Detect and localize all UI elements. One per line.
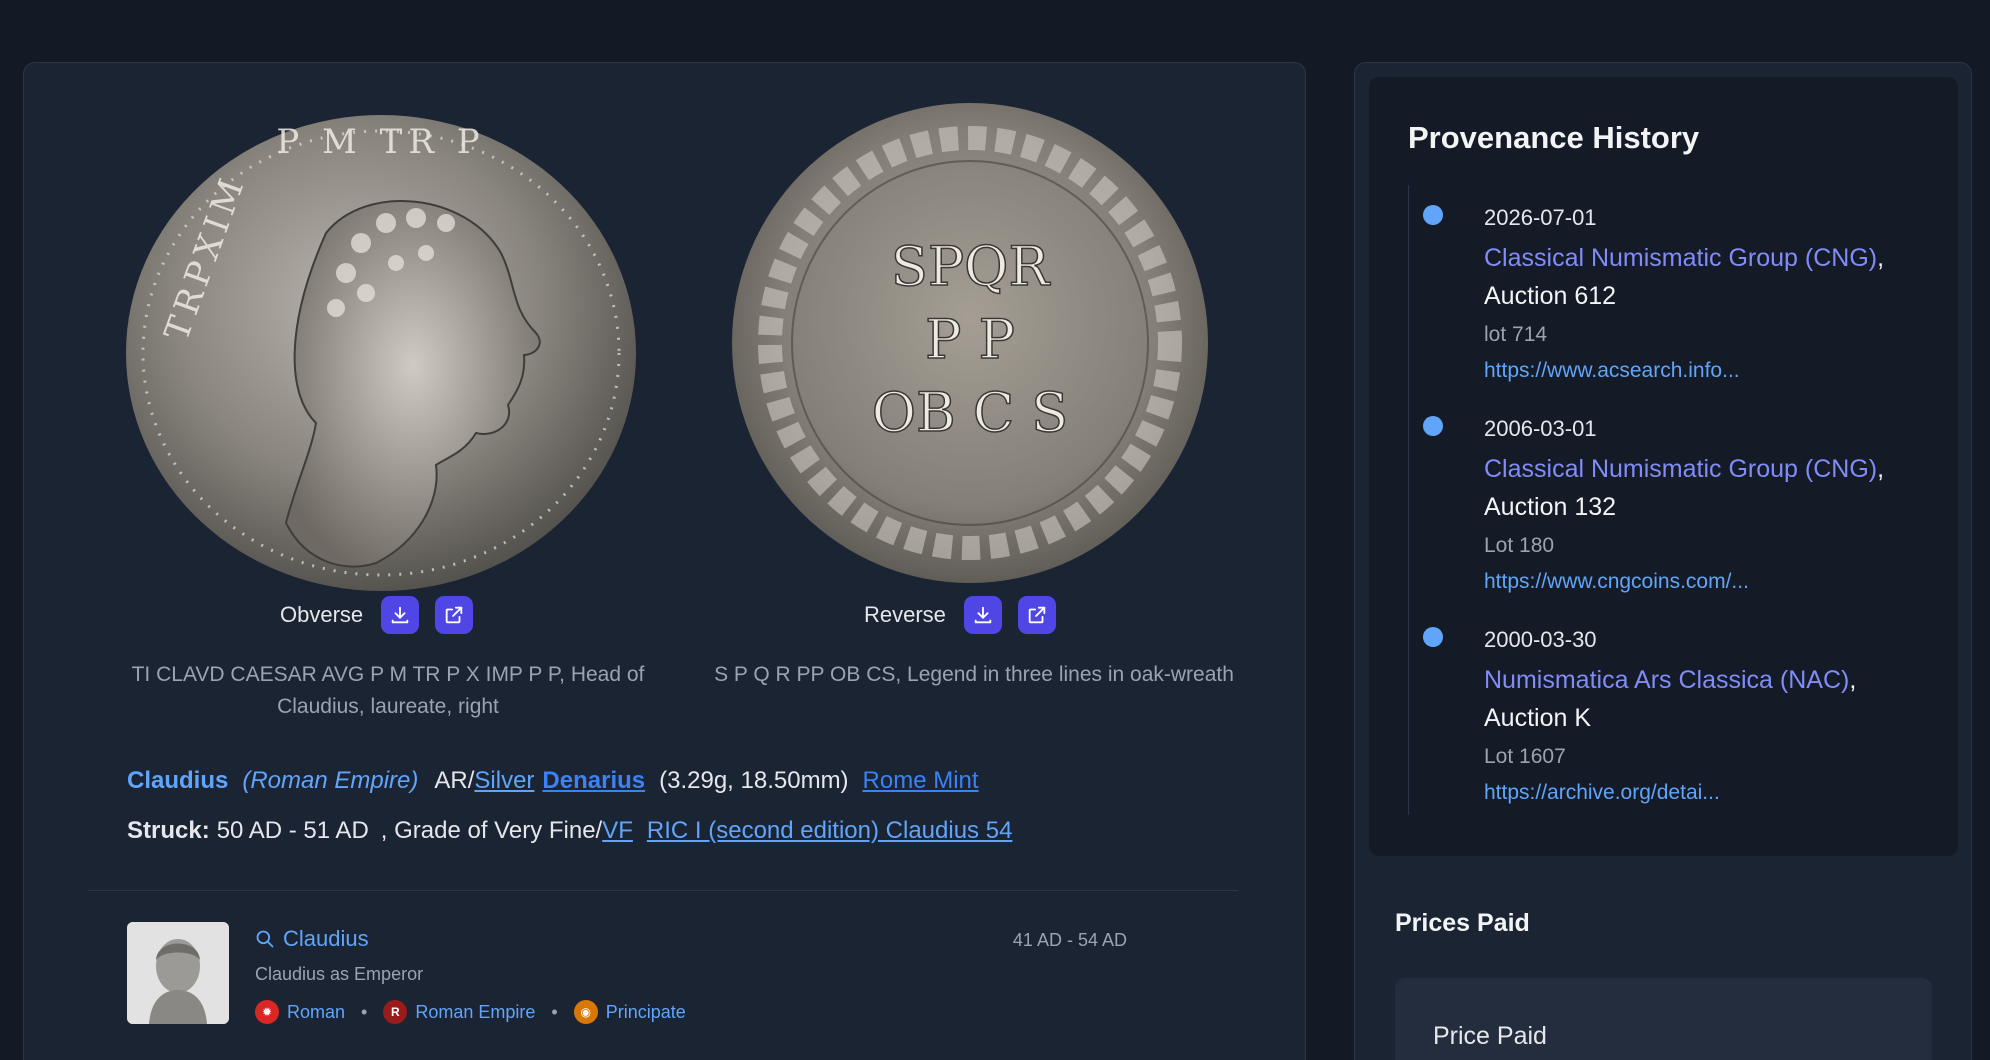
external-link-icon: [445, 606, 463, 624]
tag-roman-empire-label: Roman Empire: [415, 1001, 536, 1022]
reverse-text-line2: P P: [925, 308, 1015, 371]
tag-roman-empire[interactable]: R Roman Empire: [383, 1000, 535, 1024]
struck-label: Struck:: [127, 817, 210, 844]
obverse-caption: Obverse: [280, 596, 474, 634]
roman-empire-icon: R: [383, 1000, 408, 1024]
provenance-lot: Lot 180: [1484, 534, 1555, 557]
obverse-coin-image[interactable]: P M TR P TRPXIM: [116, 93, 646, 608]
obverse-open-button[interactable]: [435, 596, 474, 634]
provenance-house: Classical Numismatic Group (CNG), Auctio…: [1484, 455, 1885, 521]
coin-icon: ◉: [573, 1000, 598, 1024]
download-icon: [974, 606, 992, 624]
reverse-text-line3: OB C S: [872, 381, 1069, 444]
reference-link[interactable]: RIC I (second edition) Claudius 54: [647, 817, 1013, 845]
auction-house-link[interactable]: Classical Numismatic Group (CNG): [1484, 455, 1877, 483]
search-icon: [256, 930, 274, 948]
reverse-coin-image[interactable]: SPQR P P OB C S: [720, 93, 1220, 593]
tag-separator: •: [361, 1001, 368, 1022]
provenance-date: 2026-07-01: [1484, 205, 1597, 230]
provenance-date: 2000-03-30: [1484, 627, 1597, 652]
provenance-lot: Lot 1607: [1484, 745, 1566, 768]
metal-link[interactable]: Silver: [474, 767, 534, 795]
timeline-dot: [1423, 416, 1443, 436]
grade-text: , Grade of Very Fine/: [380, 817, 603, 844]
metal-prefix: AR/: [434, 767, 475, 794]
tag-separator: •: [551, 1001, 558, 1022]
section-divider: [88, 890, 1238, 891]
roman-emblem-icon: ✹: [255, 1000, 279, 1024]
denomination-link[interactable]: Denarius: [542, 767, 645, 795]
tag-roman-label: Roman: [287, 1001, 346, 1022]
download-icon: [391, 606, 409, 624]
reverse-caption: Reverse: [864, 596, 1056, 634]
ruler-tags: ✹ Roman • R Roman Empire • ◉ Principate: [255, 1000, 686, 1024]
provenance-url[interactable]: https://archive.org/detai...: [1484, 781, 1720, 805]
auction-name: Auction K: [1484, 704, 1592, 732]
prices-paid-title: Prices Paid: [1395, 909, 1530, 937]
svg-text:P M TR P: P M TR P: [276, 122, 485, 162]
auction-house-link[interactable]: Numismatica Ars Classica (NAC): [1484, 666, 1849, 694]
mint-link[interactable]: Rome Mint: [863, 767, 979, 795]
external-link-icon: [1028, 606, 1046, 624]
provenance-panel: Provenance History 2026-07-01 Classical …: [1369, 77, 1958, 856]
price-paid-label: Price Paid: [1433, 1022, 1547, 1050]
timeline-dot: [1423, 205, 1443, 225]
tag-principate-label: Principate: [605, 1001, 686, 1022]
weight-size: (3.29g, 18.50mm): [659, 767, 849, 794]
tag-principate[interactable]: ◉ Principate: [573, 1000, 686, 1024]
provenance-title: Provenance History: [1408, 120, 1700, 155]
ruler-portrait[interactable]: [127, 922, 229, 1024]
coin-detail-card: P M TR P TRPXIM SPQR P P OB C S Obverse: [23, 62, 1306, 1060]
ruler-link[interactable]: Claudius: [127, 767, 228, 795]
tag-roman[interactable]: ✹ Roman: [255, 1000, 345, 1024]
provenance-lot: lot 714: [1484, 323, 1548, 346]
timeline-line: [1408, 185, 1409, 815]
reverse-open-button[interactable]: [1017, 596, 1056, 634]
ruler-name-link[interactable]: Claudius: [255, 926, 369, 952]
reverse-download-button[interactable]: [963, 596, 1002, 634]
reverse-label: Reverse: [864, 602, 946, 627]
ruler-dates: 41 AD - 54 AD: [1012, 930, 1127, 950]
provenance-url[interactable]: https://www.acsearch.info...: [1484, 359, 1740, 383]
obverse-label: Obverse: [280, 602, 364, 627]
ruler-subtitle: Claudius as Emperor: [255, 964, 424, 984]
price-paid-box: Price Paid: [1395, 978, 1932, 1060]
provenance-url[interactable]: https://www.cngcoins.com/...: [1484, 570, 1749, 594]
obverse-download-button[interactable]: [381, 596, 420, 634]
provenance-date: 2006-03-01: [1484, 416, 1597, 441]
sidebar-card: Provenance History 2026-07-01 Classical …: [1354, 62, 1972, 1060]
auction-name: Auction 612: [1484, 282, 1617, 310]
timeline-dot: [1423, 627, 1443, 647]
ruler-card: Claudius Claudius as Emperor 41 AD - 54 …: [127, 922, 1227, 1032]
reverse-legend: S P Q R PP OB CS, Legend in three lines …: [714, 663, 1234, 686]
reverse-text-line1: SPQR: [891, 235, 1051, 298]
provenance-house: Numismatica Ars Classica (NAC), Auction …: [1484, 666, 1857, 732]
auction-name: Auction 132: [1484, 493, 1617, 521]
auction-house-link[interactable]: Classical Numismatic Group (CNG): [1484, 244, 1877, 272]
coin-attribution: Claudius (Roman Empire) AR/ Silver Denar…: [127, 767, 979, 795]
empire-label: (Roman Empire): [242, 767, 419, 794]
provenance-house: Classical Numismatic Group (CNG), Auctio…: [1484, 244, 1885, 310]
struck-dates: 50 AD - 51 AD: [216, 817, 369, 844]
ruler-name: Claudius: [283, 926, 369, 951]
coin-struck-line: Struck: 50 AD - 51 AD , Grade of Very Fi…: [127, 817, 1012, 845]
grade-link[interactable]: VF: [602, 817, 633, 845]
obverse-legend: TI CLAVD CAESAR AVG P M TR P X IMP P P, …: [131, 663, 645, 718]
